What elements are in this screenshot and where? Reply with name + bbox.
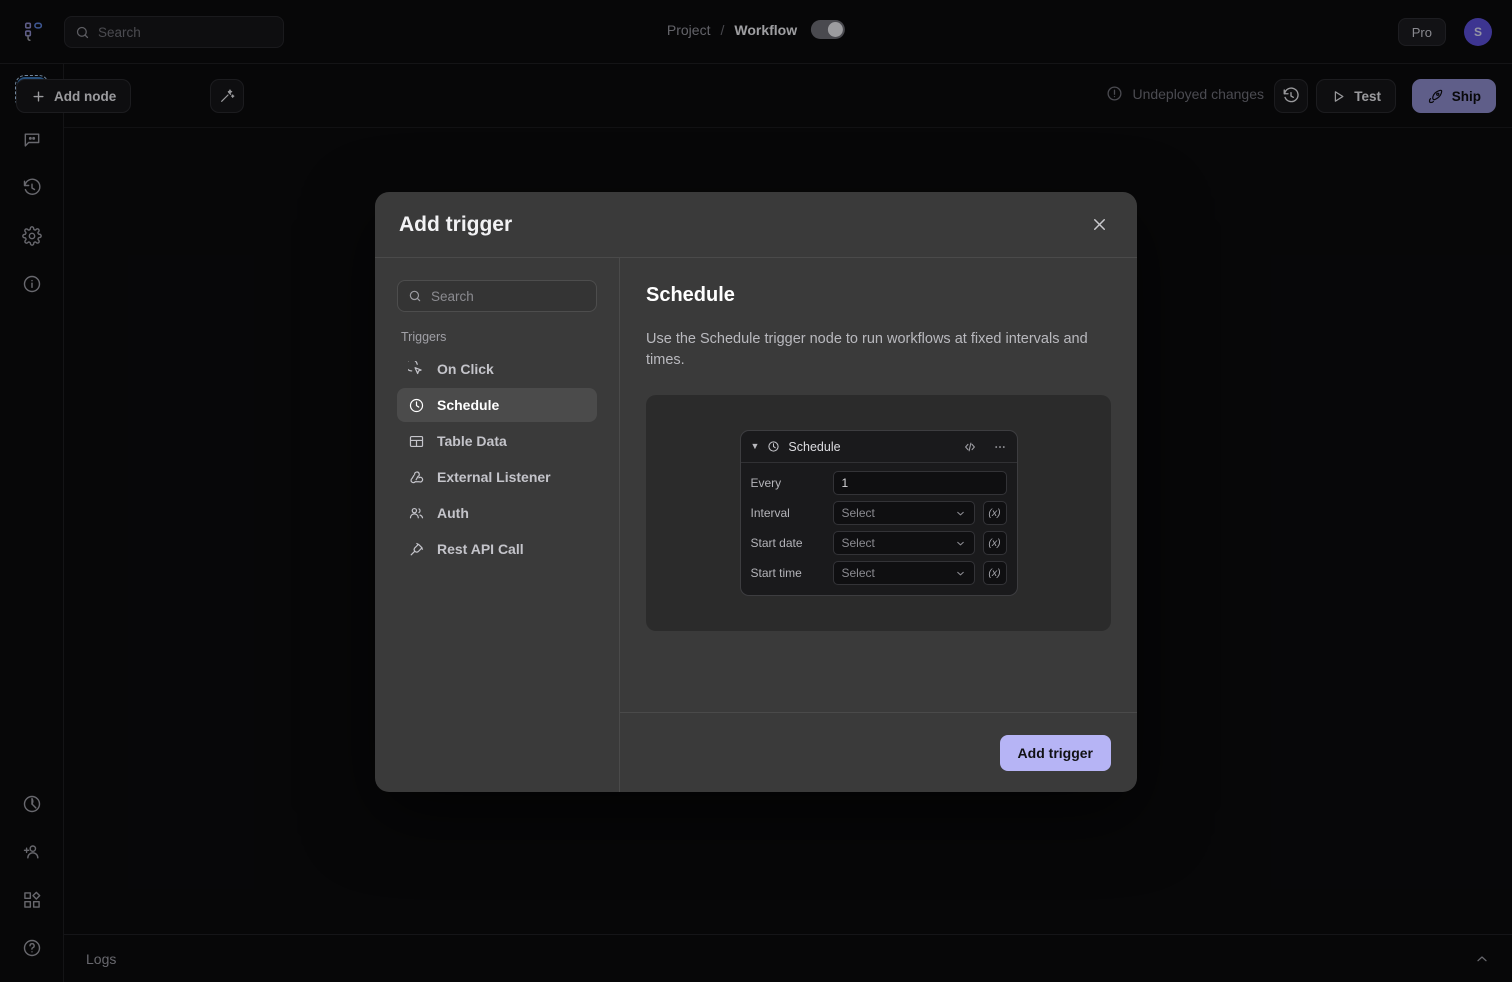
schedule-node-card: ▼ Schedule [740, 430, 1018, 596]
node-preview-panel: ▼ Schedule [646, 395, 1111, 631]
trigger-item-on-click[interactable]: On Click [397, 352, 597, 386]
trigger-item-table-data[interactable]: Table Data [397, 424, 597, 458]
trigger-item-label: Table Data [437, 433, 507, 449]
node-field-label: Interval [751, 506, 825, 520]
close-icon[interactable] [1085, 211, 1113, 239]
webhook-icon [407, 468, 425, 486]
trigger-item-external-listener[interactable]: External Listener [397, 460, 597, 494]
node-field-select-start-time[interactable]: Select [833, 561, 975, 585]
trigger-search-input[interactable] [431, 289, 586, 304]
trigger-item-schedule[interactable]: Schedule [397, 388, 597, 422]
cursor-click-icon [407, 360, 425, 378]
search-icon [408, 289, 422, 303]
chevron-down-icon [955, 538, 966, 549]
node-field-value: 1 [842, 476, 849, 490]
node-field-select-interval[interactable]: Select [833, 501, 975, 525]
trigger-detail: Schedule Use the Schedule trigger node t… [620, 258, 1137, 792]
node-field-select-start-date[interactable]: Select [833, 531, 975, 555]
modal-body: Triggers On Click Schedul [375, 258, 1137, 792]
trigger-search[interactable] [397, 280, 597, 312]
modal-title: Add trigger [399, 213, 512, 237]
expression-toggle-start-time[interactable]: (x) [983, 561, 1007, 585]
trigger-item-label: On Click [437, 361, 494, 377]
table-icon [407, 432, 425, 450]
node-field-label: Every [751, 476, 825, 490]
app-root: Project / Workflow Pro S P [0, 0, 1512, 982]
trigger-item-label: Schedule [437, 397, 499, 413]
node-card-fields: Every 1 Interval Select [741, 463, 1017, 595]
users-icon [407, 504, 425, 522]
node-field-value: Select [842, 566, 875, 580]
clock-icon [407, 396, 425, 414]
node-field-input-every[interactable]: 1 [833, 471, 1007, 495]
chevron-down-icon [955, 508, 966, 519]
fx-label: (x) [988, 567, 1000, 579]
node-field-start-date: Start date Select (x) [751, 531, 1007, 555]
trigger-group-label: Triggers [401, 330, 597, 344]
fx-label: (x) [988, 507, 1000, 519]
trigger-detail-content: Schedule Use the Schedule trigger node t… [620, 258, 1137, 712]
caret-down-icon[interactable]: ▼ [751, 442, 760, 451]
trigger-item-label: External Listener [437, 469, 551, 485]
node-field-label: Start date [751, 536, 825, 550]
node-card-header: ▼ Schedule [741, 431, 1017, 463]
expression-toggle-interval[interactable]: (x) [983, 501, 1007, 525]
node-field-value: Select [842, 536, 875, 550]
ellipsis-icon[interactable] [993, 440, 1007, 454]
modal-footer: Add trigger [620, 712, 1137, 792]
trigger-item-label: Auth [437, 505, 469, 521]
trigger-picker: Triggers On Click Schedul [375, 258, 620, 792]
detail-title: Schedule [646, 284, 1111, 307]
node-field-every: Every 1 [751, 471, 1007, 495]
expression-toggle-start-date[interactable]: (x) [983, 531, 1007, 555]
node-field-label: Start time [751, 566, 825, 580]
node-card-title: Schedule [788, 440, 954, 454]
trigger-item-label: Rest API Call [437, 541, 524, 557]
fx-label: (x) [988, 537, 1000, 549]
modal-header: Add trigger [375, 192, 1137, 258]
add-trigger-modal: Add trigger Triggers [375, 192, 1137, 792]
trigger-item-rest-api-call[interactable]: Rest API Call [397, 532, 597, 566]
node-field-value: Select [842, 506, 875, 520]
chevron-down-icon [955, 568, 966, 579]
plug-icon [407, 540, 425, 558]
trigger-item-auth[interactable]: Auth [397, 496, 597, 530]
node-field-interval: Interval Select (x) [751, 501, 1007, 525]
code-brackets-icon[interactable] [963, 440, 977, 454]
add-trigger-button[interactable]: Add trigger [1000, 735, 1111, 771]
node-field-start-time: Start time Select (x) [751, 561, 1007, 585]
detail-description: Use the Schedule trigger node to run wor… [646, 329, 1096, 371]
clock-icon [767, 440, 780, 453]
